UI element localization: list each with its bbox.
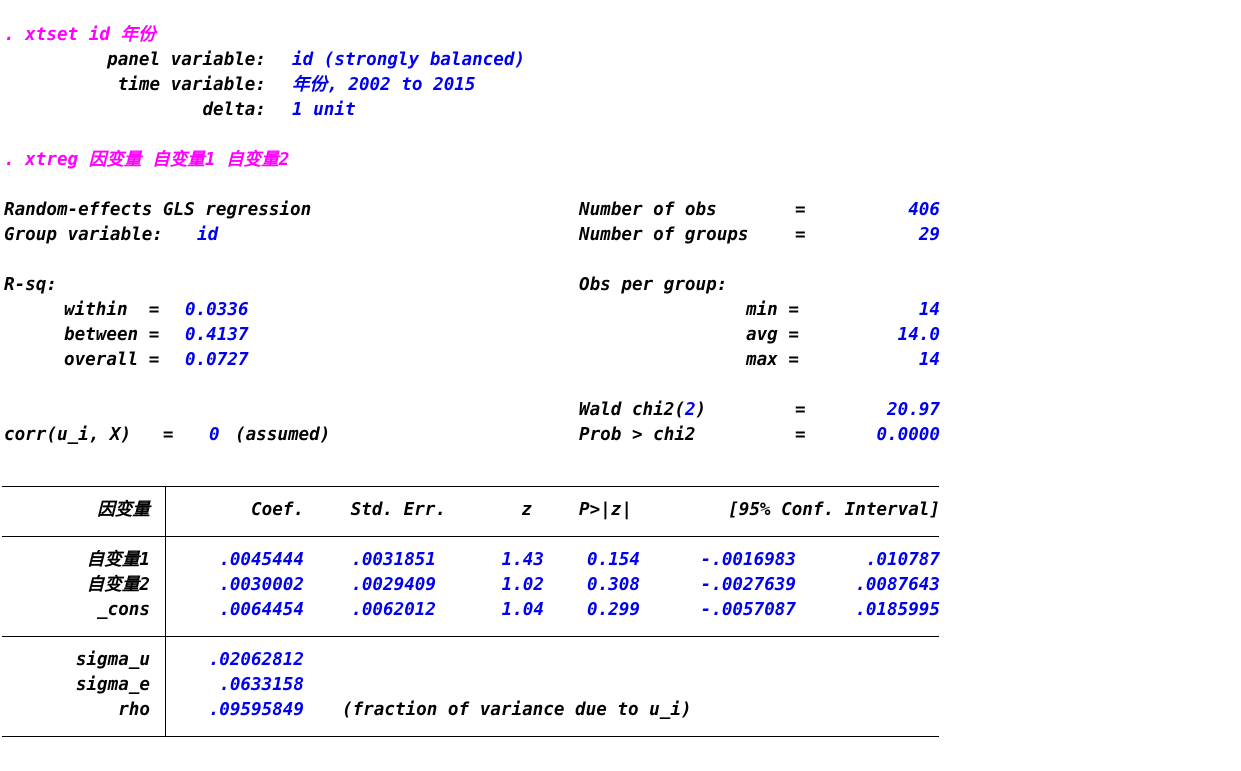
- row-name: 自变量1: [86, 550, 150, 570]
- delta-value: 1 unit: [292, 100, 356, 120]
- obs-max-label: max =: [746, 350, 799, 370]
- table-top-rule: [2, 486, 939, 487]
- ngroups-label: Number of groups: [579, 225, 749, 245]
- row-ci-low: -.0016983: [700, 550, 796, 570]
- regression-title: Random-effects GLS regression: [4, 200, 312, 220]
- prob-eq: =: [795, 425, 806, 445]
- row-p: 0.308: [587, 575, 640, 595]
- header-coef: Coef.: [251, 500, 304, 520]
- row-name: _cons: [97, 600, 150, 620]
- table-header-rule: [2, 536, 939, 537]
- rsq-within-value: 0.0336: [185, 300, 249, 320]
- row-stderr: .0031851: [351, 550, 436, 570]
- rsq-label: R-sq:: [4, 275, 57, 295]
- row-ci-low: -.0057087: [700, 600, 796, 620]
- obs-min-value: 14: [918, 300, 940, 320]
- time-variable-label: time variable:: [117, 75, 266, 95]
- wald-value: 20.97: [887, 400, 940, 420]
- row-ci-high: .010787: [865, 550, 940, 570]
- row-coef: .0030002: [219, 575, 304, 595]
- corr-suffix: (assumed): [235, 425, 331, 445]
- rho-value: .09595849: [208, 700, 304, 720]
- row-stderr: .0062012: [351, 600, 436, 620]
- wald-label-text: Wald chi2(: [579, 400, 685, 420]
- obs-avg-value: 14.0: [897, 325, 940, 345]
- wald-close: ): [695, 400, 707, 420]
- xtreg-command: . xtreg 因变量 自变量1 自变量2: [4, 150, 290, 170]
- row-z: 1.43: [501, 550, 544, 570]
- sigma-u-label: sigma_u: [75, 650, 150, 670]
- rsq-between-label: between =: [64, 325, 160, 345]
- ngroups-eq: =: [795, 225, 806, 245]
- nobs-eq: =: [795, 200, 806, 220]
- prob-label: Prob > chi2: [579, 425, 696, 445]
- prob-value: 0.0000: [876, 425, 940, 445]
- group-variable-value: id: [197, 225, 219, 245]
- rsq-overall-value: 0.0727: [185, 350, 249, 370]
- row-coef: .0064454: [219, 600, 304, 620]
- row-p: 0.154: [587, 550, 640, 570]
- table-body-rule: [2, 636, 939, 637]
- time-variable-value: 年份, 2002 to 2015: [292, 75, 476, 95]
- rsq-overall-label: overall =: [64, 350, 160, 370]
- header-stderr: Std. Err.: [350, 500, 446, 520]
- row-name: 自变量2: [86, 575, 150, 595]
- header-z: z: [521, 500, 532, 520]
- row-p: 0.299: [587, 600, 640, 620]
- row-ci-high: .0087643: [855, 575, 940, 595]
- wald-eq: =: [795, 400, 806, 420]
- wald-label: Wald chi2(2): [579, 400, 706, 420]
- nobs-label: Number of obs: [579, 200, 717, 220]
- group-variable-label: Group variable:: [4, 225, 163, 245]
- panel-variable-label: panel variable:: [107, 50, 266, 70]
- sigma-e-label: sigma_e: [75, 675, 150, 695]
- nobs-value: 406: [908, 200, 940, 220]
- header-p: P>|z|: [579, 500, 632, 520]
- panel-variable-value: id (strongly balanced): [292, 50, 526, 70]
- sigma-u-value: .02062812: [208, 650, 304, 670]
- rho-note: (fraction of variance due to u_i): [342, 700, 692, 720]
- ngroups-value: 29: [918, 225, 940, 245]
- rsq-within-label: within =: [64, 300, 160, 320]
- wald-df: 2: [684, 400, 696, 420]
- row-stderr: .0029409: [351, 575, 436, 595]
- delta-label: delta:: [202, 100, 266, 120]
- header-depvar: 因变量: [97, 500, 150, 520]
- obs-min-label: min =: [746, 300, 799, 320]
- header-ci: [95% Conf. Interval]: [728, 500, 940, 520]
- row-z: 1.02: [501, 575, 544, 595]
- obs-per-group-label: Obs per group:: [579, 275, 728, 295]
- row-z: 1.04: [501, 600, 544, 620]
- rho-label: rho: [118, 700, 150, 720]
- row-ci-high: .0185995: [855, 600, 940, 620]
- rsq-between-value: 0.4137: [185, 325, 249, 345]
- corr-value: 0: [209, 425, 220, 445]
- row-coef: .0045444: [219, 550, 304, 570]
- obs-avg-label: avg =: [746, 325, 799, 345]
- corr-label: corr(u_i, X) =: [4, 425, 174, 445]
- obs-max-value: 14: [918, 350, 940, 370]
- table-column-divider: [165, 486, 166, 736]
- row-ci-low: -.0027639: [700, 575, 796, 595]
- xtset-command: . xtset id 年份: [4, 25, 156, 45]
- sigma-e-value: .0633158: [219, 675, 304, 695]
- table-bottom-rule: [2, 736, 939, 737]
